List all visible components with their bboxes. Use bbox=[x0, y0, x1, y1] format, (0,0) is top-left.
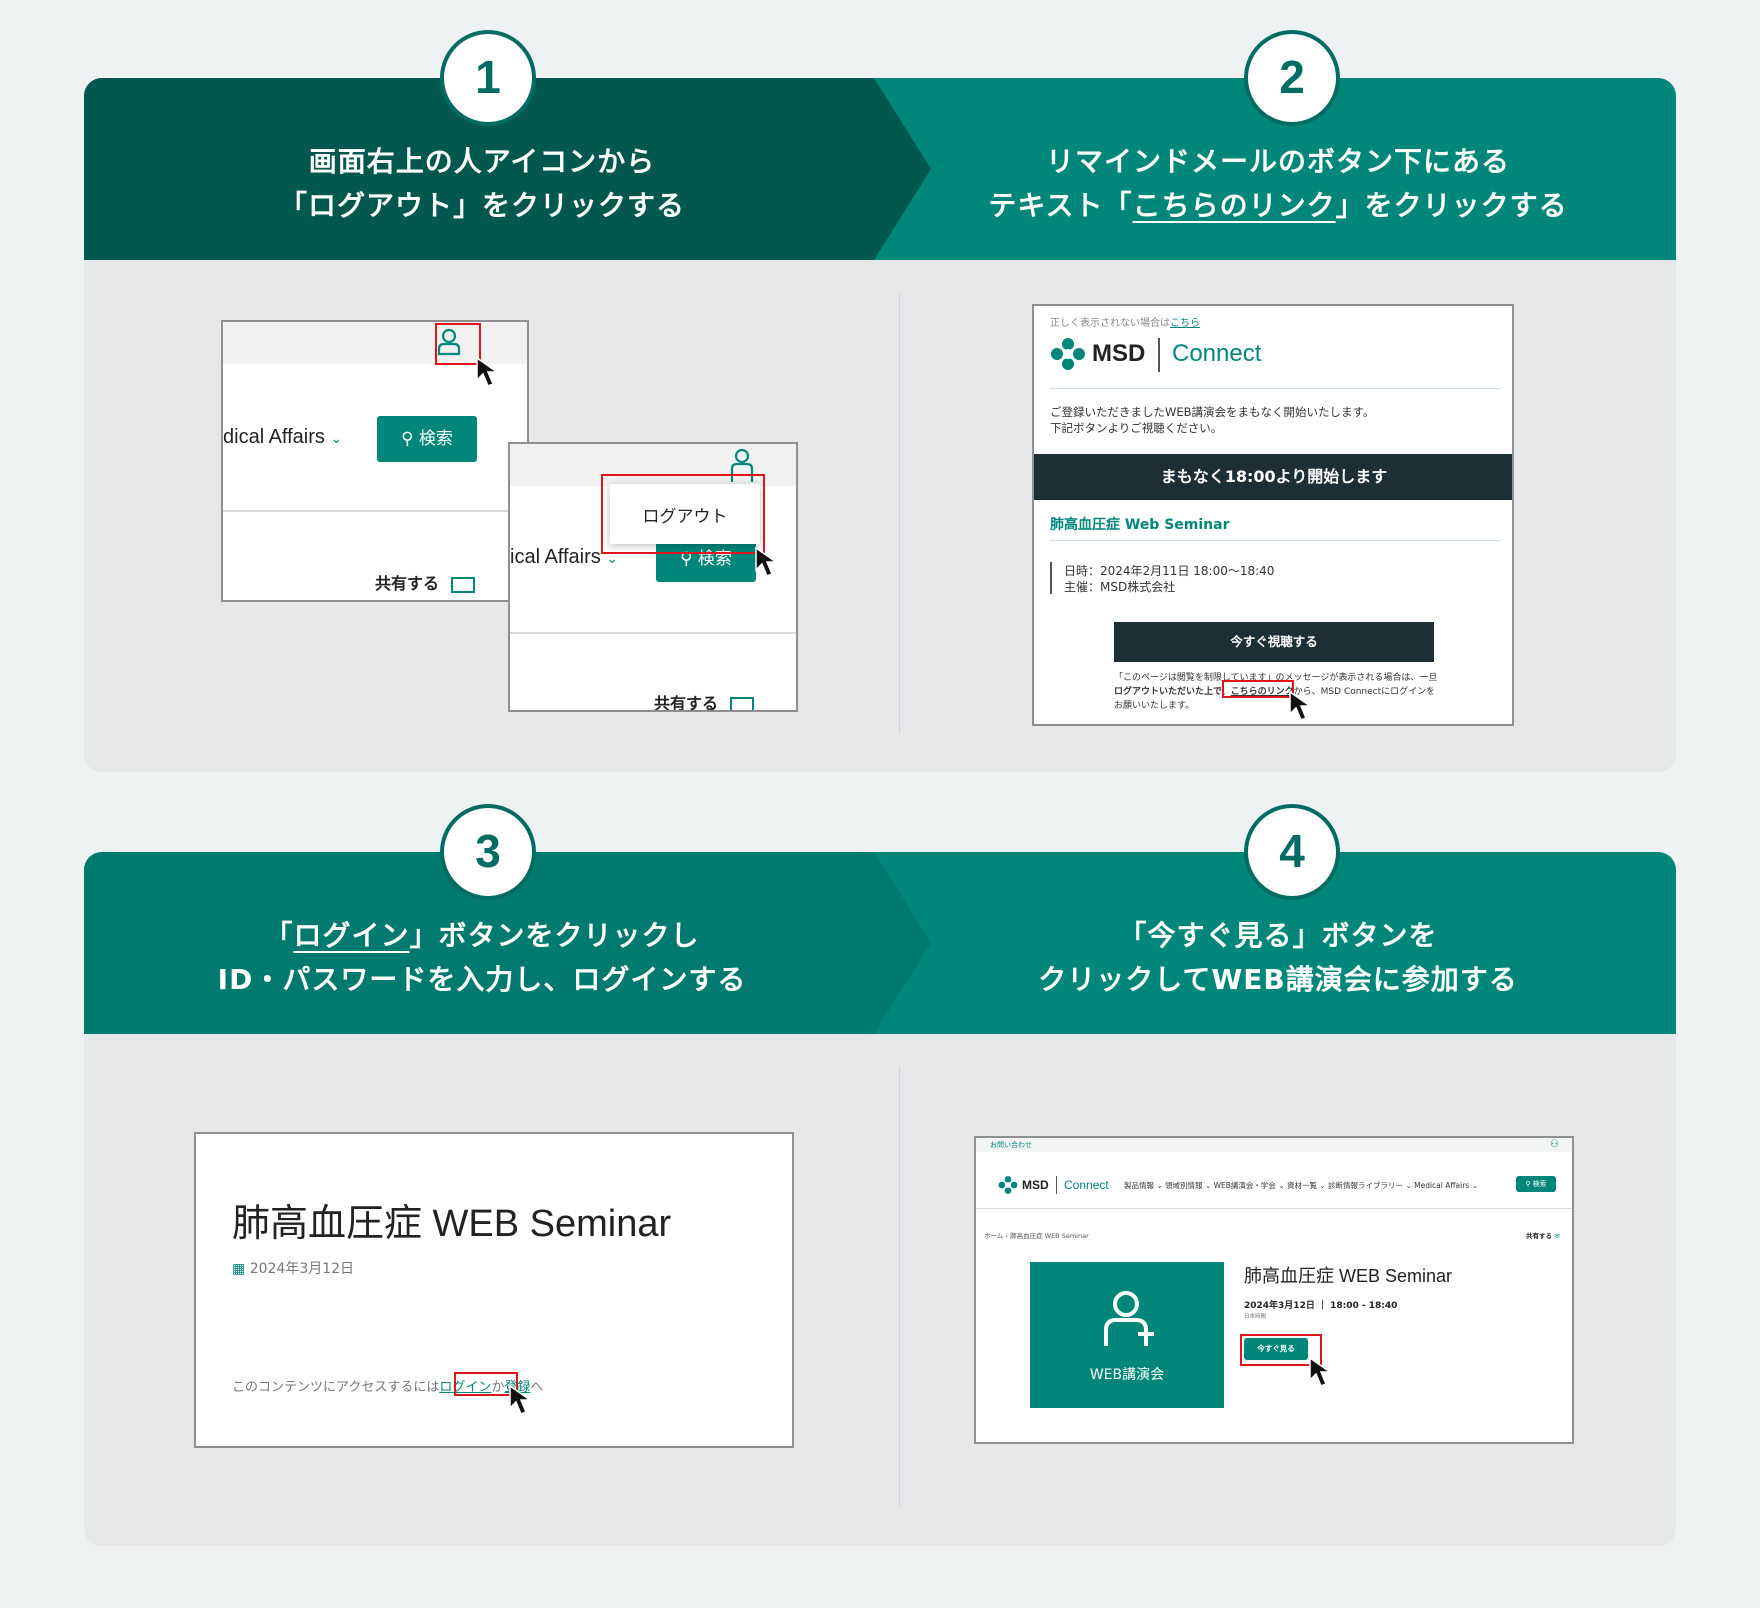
mail-icon: ✉ bbox=[1554, 1232, 1560, 1240]
nav-item[interactable]: 資材一覧 bbox=[1287, 1181, 1317, 1190]
steps-panel-top: 画面右上の人アイコンから 「ログアウト」をクリックする リマインドメールのボタン… bbox=[84, 78, 1676, 772]
cursor-icon bbox=[476, 356, 500, 387]
brand-msd: MSD bbox=[1092, 340, 1146, 367]
step-3-title: 「ログイン」ボタンをクリックし ID・パスワードを入力し、ログインする bbox=[217, 919, 747, 996]
seminar-title: 肺高血圧症 WEB Seminar bbox=[1244, 1266, 1453, 1286]
steps-panel-bottom: 「ログイン」ボタンをクリックし ID・パスワードを入力し、ログインする 「今すぐ… bbox=[84, 852, 1676, 1546]
steps-header-bottom: 「ログイン」ボタンをクリックし ID・パスワードを入力し、ログインする 「今すぐ… bbox=[84, 852, 1676, 1034]
screenshot-user-menu: dical Affairs ⌄ ⚲ 検索 共有する bbox=[221, 320, 529, 602]
nav-item[interactable]: 領域別情報 bbox=[1165, 1181, 1203, 1190]
nav-item[interactable]: 診断情報ライブラリー bbox=[1328, 1181, 1403, 1190]
mail-icon bbox=[729, 696, 754, 710]
step-2-title: リマインドメールのボタン下にある テキスト「こちらのリンク」をクリックする bbox=[988, 145, 1568, 222]
contact-link[interactable]: お問い合わせ bbox=[990, 1140, 1032, 1150]
highlight-box bbox=[1222, 680, 1294, 698]
step-badge-1: 1 bbox=[440, 30, 536, 126]
screenshot-login-page: 肺高血圧症 WEB Seminar ▦ 2024年3月12日 このコンテンツにア… bbox=[194, 1132, 794, 1448]
top-nav: 製品情報 ⌄ 領域別情報 ⌄ WEB講演会・学会 ⌄ 資材一覧 ⌄ 診断情報ライ… bbox=[1124, 1181, 1478, 1190]
nav-item[interactable]: Medical Affairs bbox=[1414, 1181, 1469, 1190]
calendar-icon: ▦ bbox=[232, 1261, 246, 1277]
cursor-icon bbox=[1289, 690, 1313, 721]
breadcrumb: ホーム › 肺高血圧症 WEB Seminar bbox=[984, 1232, 1089, 1240]
column-divider bbox=[899, 1067, 900, 1507]
chevron-down-icon: ⌄ bbox=[330, 430, 343, 446]
mail-icon bbox=[450, 576, 475, 593]
top-note-link[interactable]: こちら bbox=[1170, 318, 1200, 329]
step-badge-4: 4 bbox=[1244, 804, 1340, 900]
nav-medical-affairs[interactable]: dical Affairs ⌄ bbox=[223, 426, 342, 449]
top-note: 正しく表示されない場合はこちら bbox=[1050, 318, 1200, 329]
brand-connect: Connect bbox=[1172, 340, 1262, 367]
cursor-icon bbox=[509, 1384, 533, 1415]
start-banner: まもなく18:00より開始します bbox=[1034, 454, 1512, 500]
step-1-title: 画面右上の人アイコンから 「ログアウト」をクリックする bbox=[278, 145, 685, 222]
step-4-title: 「今すぐ見る」ボタンを クリックしてWEB講演会に参加する bbox=[1038, 919, 1518, 996]
doctor-icon bbox=[1104, 1291, 1154, 1346]
screenshot-logout-menu: ical Affairs ⌄ ⚲ 検索 ログアウト 共有する bbox=[508, 442, 798, 712]
nav-item[interactable]: WEB講演会・学会 bbox=[1214, 1181, 1276, 1190]
page-title: 肺高血圧症 WEB Seminar bbox=[232, 1203, 672, 1245]
steps-header-top: 画面右上の人アイコンから 「ログアウト」をクリックする リマインドメールのボタン… bbox=[84, 78, 1676, 260]
cursor-icon bbox=[1309, 1356, 1333, 1387]
screenshot-reminder-email: 正しく表示されない場合はこちら MSD Connect ご登録いただきましたWE… bbox=[1032, 304, 1514, 726]
share-link[interactable]: 共有する ✉ bbox=[1526, 1230, 1560, 1240]
cursor-icon bbox=[755, 546, 779, 577]
user-icon[interactable]: ⚇ bbox=[1550, 1139, 1559, 1150]
share-link[interactable]: 共有する bbox=[375, 570, 475, 594]
search-button[interactable]: ⚲ 検索 bbox=[1516, 1176, 1556, 1192]
nav-item[interactable]: 製品情報 bbox=[1124, 1181, 1154, 1190]
watch-now-email-button[interactable]: 今すぐ視聴する bbox=[1114, 622, 1434, 662]
search-icon: ⚲ bbox=[401, 429, 414, 449]
search-button[interactable]: ⚲ 検索 bbox=[377, 416, 477, 462]
msd-logo bbox=[998, 1176, 1018, 1194]
screenshot-seminar-page: お問い合わせ ⚇ MSD Connect 製品情報 ⌄ 領域別情報 ⌄ WEB講… bbox=[974, 1136, 1574, 1444]
column-divider bbox=[899, 293, 900, 733]
highlight-box bbox=[601, 474, 765, 554]
step-badge-3: 3 bbox=[440, 804, 536, 900]
step-badge-2: 2 bbox=[1244, 30, 1340, 126]
msd-logo bbox=[1050, 338, 1086, 370]
share-link[interactable]: 共有する bbox=[654, 690, 754, 710]
seminar-title: 肺高血圧症 Web Seminar bbox=[1050, 517, 1230, 533]
